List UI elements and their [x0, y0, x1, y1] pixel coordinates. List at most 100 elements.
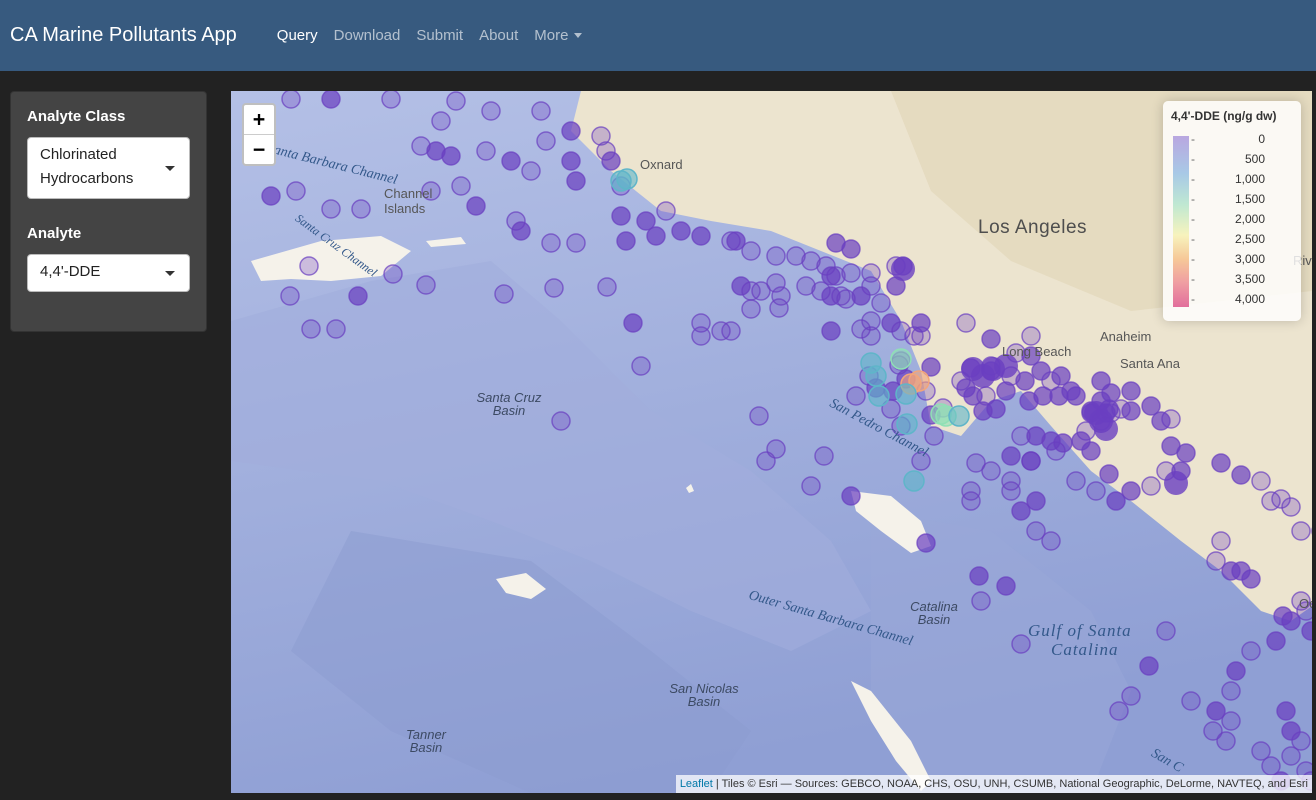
nav-query[interactable]: Query [277, 27, 318, 44]
sample-point[interactable] [924, 426, 944, 446]
nav-download[interactable]: Download [334, 27, 401, 44]
sample-point[interactable] [566, 171, 586, 191]
sample-point[interactable] [551, 411, 571, 431]
sample-point[interactable] [1226, 661, 1246, 681]
sample-point[interactable] [1281, 746, 1301, 766]
sample-point[interactable] [1251, 471, 1271, 491]
sample-point[interactable] [821, 321, 841, 341]
sample-point[interactable] [597, 277, 617, 297]
sample-point[interactable] [1164, 471, 1188, 495]
sample-point[interactable] [741, 241, 761, 261]
sample-point[interactable] [416, 275, 436, 295]
sample-point[interactable] [916, 533, 936, 553]
sample-point[interactable] [441, 146, 461, 166]
sample-point[interactable] [1281, 497, 1301, 517]
sample-point[interactable] [1021, 326, 1041, 346]
sample-point[interactable] [861, 326, 881, 346]
sample-point[interactable] [1026, 521, 1046, 541]
sample-point[interactable] [656, 201, 676, 221]
nav-about[interactable]: About [479, 27, 518, 44]
sample-point[interactable] [301, 319, 321, 339]
sample-point[interactable] [766, 246, 786, 266]
sample-point[interactable] [904, 326, 924, 346]
sample-point[interactable] [1109, 701, 1129, 721]
sample-point[interactable] [831, 286, 851, 306]
sample-point[interactable] [1221, 711, 1241, 731]
sample-point[interactable] [1181, 691, 1201, 711]
sample-point[interactable] [1141, 476, 1161, 496]
sample-point[interactable] [948, 405, 970, 427]
sample-point[interactable] [871, 293, 891, 313]
analyte-class-select[interactable]: Chlorinated Hydrocarbons [27, 137, 190, 199]
sample-point[interactable] [1053, 433, 1073, 453]
sample-point[interactable] [1216, 731, 1236, 751]
sample-point[interactable] [1276, 701, 1296, 721]
sample-point[interactable] [1139, 656, 1159, 676]
sample-point[interactable] [891, 257, 915, 281]
sample-point[interactable] [851, 286, 871, 306]
zoom-in-button[interactable]: + [244, 105, 274, 134]
sample-point[interactable] [544, 278, 564, 298]
sample-point[interactable] [1221, 681, 1241, 701]
sample-point[interactable] [351, 199, 371, 219]
sample-point[interactable] [431, 111, 451, 131]
sample-point[interactable] [996, 576, 1016, 596]
sample-point[interactable] [348, 286, 368, 306]
sample-point[interactable] [1021, 451, 1041, 471]
sample-point[interactable] [895, 383, 917, 405]
sample-point[interactable] [511, 221, 531, 241]
sample-point[interactable] [771, 286, 791, 306]
sample-point[interactable] [616, 168, 638, 190]
sample-point[interactable] [321, 199, 341, 219]
sample-point[interactable] [611, 206, 631, 226]
sample-point[interactable] [494, 284, 514, 304]
sample-point[interactable] [996, 381, 1016, 401]
sample-point[interactable] [986, 399, 1006, 419]
nav-more-dropdown[interactable]: More [534, 27, 583, 44]
sample-point[interactable] [930, 403, 952, 425]
sample-point[interactable] [1121, 686, 1141, 706]
sample-point[interactable] [1231, 465, 1251, 485]
sample-point[interactable] [865, 365, 887, 387]
sample-point[interactable] [646, 226, 666, 246]
sample-point[interactable] [711, 321, 731, 341]
sample-point[interactable] [1121, 481, 1141, 501]
sample-point[interactable] [616, 231, 636, 251]
sample-point[interactable] [1211, 531, 1231, 551]
sample-point[interactable] [631, 356, 651, 376]
sample-point[interactable] [796, 276, 816, 296]
sample-point[interactable] [536, 131, 556, 151]
sample-point[interactable] [691, 313, 711, 333]
sample-point[interactable] [956, 313, 976, 333]
sample-point[interactable] [756, 451, 776, 471]
sample-point[interactable] [691, 226, 711, 246]
sample-point[interactable] [286, 181, 306, 201]
sample-point[interactable] [381, 91, 401, 109]
map-container[interactable]: Oxnard Los Angeles Anaheim Santa Ana Lon… [231, 91, 1312, 793]
sample-point[interactable] [1001, 446, 1021, 466]
sample-point[interactable] [521, 161, 541, 181]
sample-point[interactable] [1066, 386, 1086, 406]
sample-point[interactable] [299, 256, 319, 276]
sample-point[interactable] [466, 196, 486, 216]
sample-point[interactable] [749, 406, 769, 426]
sample-point[interactable] [846, 386, 866, 406]
sample-point[interactable] [261, 186, 281, 206]
sample-point[interactable] [1086, 481, 1106, 501]
sample-point[interactable] [451, 176, 471, 196]
sample-point[interactable] [961, 491, 981, 511]
sample-point[interactable] [280, 286, 300, 306]
sample-point[interactable] [814, 446, 834, 466]
sample-point[interactable] [481, 101, 501, 121]
sample-point[interactable] [1121, 401, 1141, 421]
sample-point[interactable] [969, 566, 989, 586]
sample-point[interactable] [1015, 371, 1035, 391]
sample-point[interactable] [971, 591, 991, 611]
nav-submit[interactable]: Submit [416, 27, 463, 44]
leaflet-link[interactable]: Leaflet [680, 778, 713, 790]
sample-point[interactable] [1161, 409, 1181, 429]
sample-point[interactable] [623, 313, 643, 333]
sample-point[interactable] [561, 121, 581, 141]
sample-point[interactable] [671, 221, 691, 241]
sample-point[interactable] [741, 281, 761, 301]
